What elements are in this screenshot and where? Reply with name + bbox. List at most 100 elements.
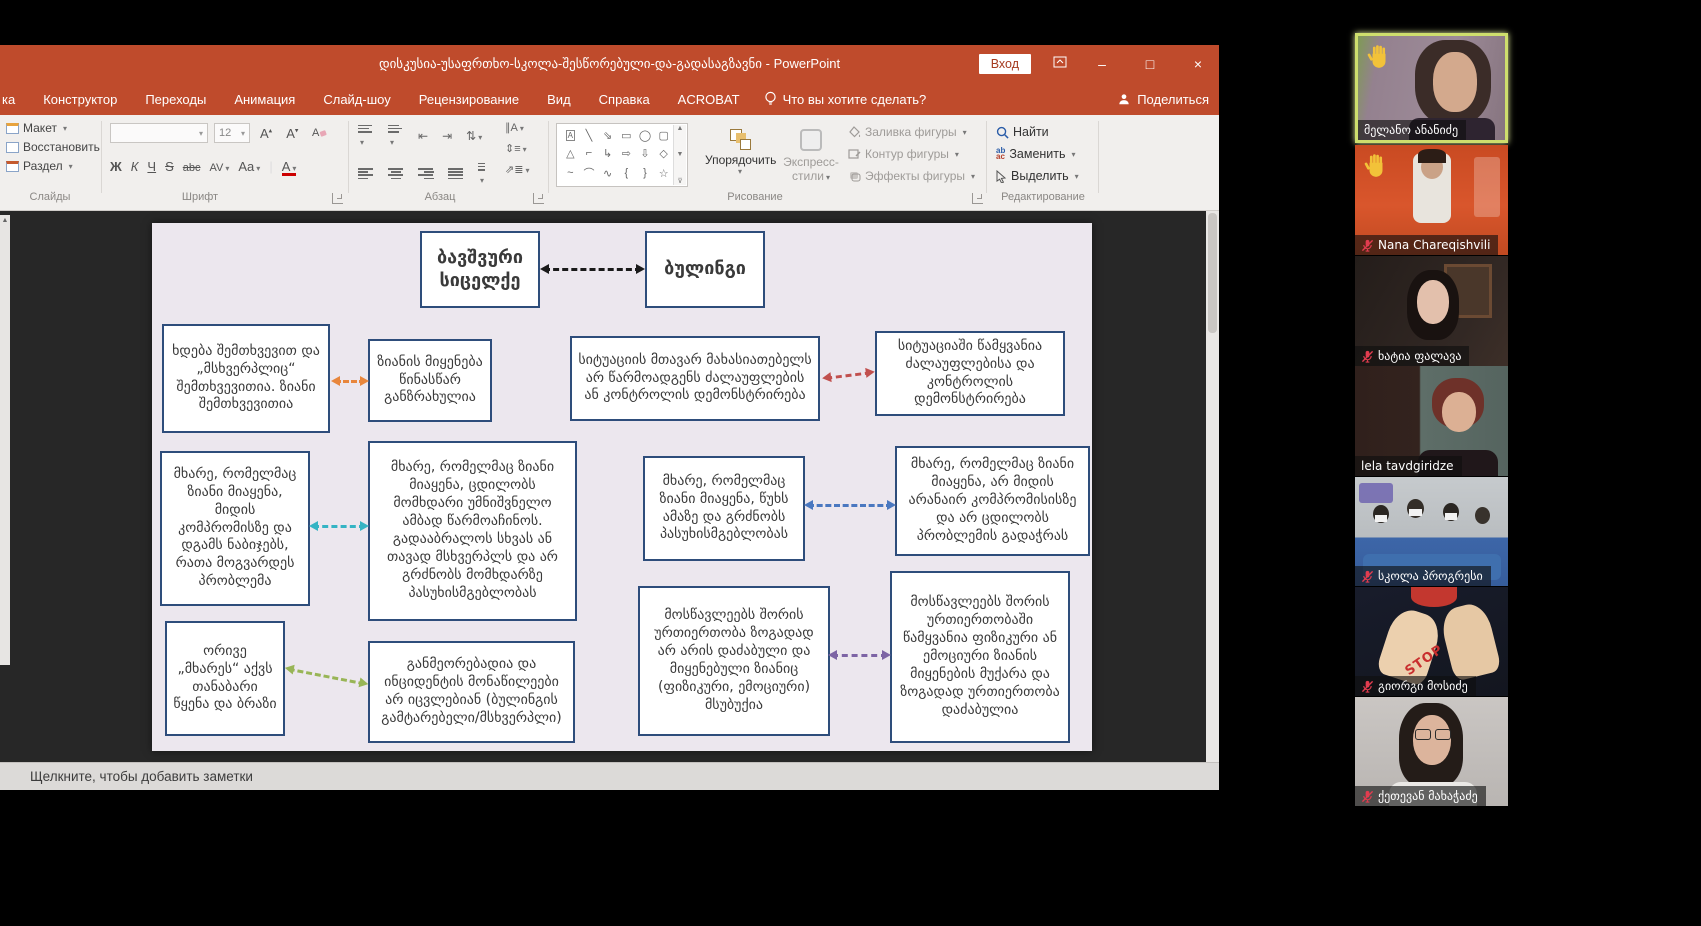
justify-button[interactable] [448,166,464,180]
shape-elbow-connector-icon[interactable]: ⌐ [586,147,592,159]
participant-tile[interactable]: მელანო ანანიძე [1355,33,1508,143]
character-spacing-button[interactable]: AV [210,162,230,174]
shape-effects-button[interactable]: Эффекты фигуры [848,169,975,183]
tab-transitions[interactable]: Переходы [131,83,220,115]
scrollbar-thumb[interactable] [1208,213,1217,333]
quick-styles-button[interactable]: Экспресс- стили [778,129,844,183]
shape-oval-icon[interactable]: ◯ [639,129,651,142]
diagram-box[interactable]: სიტუაციაში წამყვანია ძალაუფლებისა და კონ… [875,331,1065,416]
diagram-header-box[interactable]: ბულინგი [645,231,765,308]
shape-rectangle-icon[interactable]: ▭ [621,129,631,142]
font-name-combo[interactable]: ▾ [110,123,208,143]
diagram-box[interactable]: მხარე, რომელმაც ზიანი მიაყენა, მიდის კომ… [160,451,310,606]
shapes-scrollbar[interactable]: ▲ ▼ ⊽ [673,125,686,185]
shrink-font-button[interactable]: A▾ [282,125,302,142]
bullets-button[interactable] [358,123,374,148]
clear-formatting-button[interactable]: A [308,124,331,143]
sign-in-button[interactable]: Вход [978,54,1031,74]
shape-textbox-icon[interactable]: A [565,129,575,141]
shape-left-brace-icon[interactable]: { [624,167,628,179]
columns-button[interactable] [478,161,494,186]
section-button[interactable]: Раздел [6,159,100,173]
participant-tile[interactable]: ქეთევან მახაჭაძე [1355,697,1508,806]
shape-rounded-rectangle-icon[interactable]: ▢ [658,129,668,142]
ribbon-display-options-icon[interactable] [1053,55,1067,73]
diagram-header-box[interactable]: ბავშვური სიცელქე [420,231,540,308]
shapes-gallery[interactable]: A ╲ ⇘ ▭ ◯ ▢ △ ⌐ ↳ ⇨ ⇩ ◇ ~ ⌒ ∿ { } ☆ ▲ ▼ ⊽ [556,123,688,187]
shape-curve-icon[interactable]: ∿ [603,167,612,180]
tab-review[interactable]: Рецензирование [405,83,533,115]
tab-insert-partial[interactable]: ка [0,83,29,115]
smartart-convert-button[interactable]: ⇗≣ [505,163,529,176]
diagram-box[interactable]: განმეორებადია და ინციდენტის მონაწილეები … [368,641,575,743]
diagram-box[interactable]: ორივე „მხარეს“ აქვს თანაბარი წყენა და ბრ… [165,621,285,736]
diagram-box[interactable]: მხარე, რომელმაც ზიანი მიაყენა, ცდილობს მ… [368,441,577,621]
diagram-box[interactable]: ხდება შემთხვევით და „მსხვერპლიც“ შემთხვე… [162,324,330,433]
shape-line-icon[interactable]: ╲ [586,129,593,142]
shape-right-brace-icon[interactable]: } [643,167,647,179]
shape-triangle-icon[interactable]: △ [566,147,574,160]
slides-panel-edge[interactable]: ▲ [0,215,10,665]
shape-star-icon[interactable]: ☆ [659,167,669,180]
decrease-indent-button[interactable]: ⇤ [418,129,428,143]
diagram-box[interactable]: მოსწავლეებს შორის ურთიერთობა ზოგადად არ … [638,586,830,736]
participant-tile[interactable]: სკოლა პროგრესი [1355,477,1508,586]
align-center-button[interactable] [388,166,404,180]
participant-tile[interactable]: lela tavdgiridze [1355,366,1508,476]
paragraph-dialog-launcher-icon[interactable] [533,193,544,204]
participant-tile[interactable]: ხატია ფალავა [1355,256,1508,366]
drawing-dialog-launcher-icon[interactable] [972,193,983,204]
diagram-box[interactable]: სიტუაციის მთავარ მახასიათებელს არ წარმოა… [570,336,820,421]
tab-design[interactable]: Конструктор [29,83,131,115]
minimize-button[interactable]: – [1089,56,1115,72]
font-color-button[interactable]: A [281,160,297,176]
line-spacing-button[interactable]: ⇅ [466,129,482,143]
strikethrough-button[interactable]: S [165,159,174,174]
replace-button[interactable]: ab ac Заменить [996,146,1079,161]
close-button[interactable]: × [1185,56,1211,72]
arrange-button[interactable]: Упорядочить ▾ [705,129,776,176]
tell-me-box[interactable]: Что вы хотите сделать? [754,91,937,107]
diagram-box[interactable]: ზიანის მიყენება წინასწარ განზრახულია [368,339,492,422]
numbering-button[interactable] [388,123,404,148]
text-direction-button[interactable]: ∥A [505,121,529,134]
share-button[interactable]: Поделиться [1117,92,1209,107]
slide-canvas[interactable]: ბავშვური სიცელქე ბულინგი ხდება შემთხვევი… [152,223,1092,751]
grow-font-button[interactable]: A▴ [256,125,276,142]
underline-button[interactable]: Ч [147,159,156,174]
diagram-box[interactable]: მხარე, რომელმაც ზიანი მიაყენა, წუხს ამაზ… [643,456,805,561]
shape-arc-icon[interactable]: ⌒ [583,165,594,181]
find-button[interactable]: Найти [996,125,1079,139]
shape-arrow-icon[interactable]: ⇘ [603,129,612,142]
align-right-button[interactable] [418,166,434,180]
increase-indent-button[interactable]: ⇥ [442,129,452,143]
shape-pentagon-icon[interactable]: ◇ [659,147,667,160]
shape-right-arrow-icon[interactable]: ⇨ [622,147,631,160]
bold-button[interactable]: Ж [110,159,122,174]
participant-tile[interactable]: STOP გიორგი მოსიძე [1355,587,1508,696]
shape-scribble-icon[interactable]: ~ [567,167,573,179]
tab-view[interactable]: Вид [533,83,585,115]
align-left-button[interactable] [358,166,374,180]
tab-acrobat[interactable]: ACROBAT [664,83,754,115]
shape-outline-button[interactable]: Контур фигуры [848,147,975,161]
shape-fill-button[interactable]: Заливка фигуры [848,125,975,139]
participant-tile[interactable]: Nana Chareqishvili [1355,145,1508,255]
vertical-scrollbar[interactable] [1206,211,1219,762]
align-text-button[interactable]: ⇕≡ [505,142,529,155]
font-dialog-launcher-icon[interactable] [332,193,343,204]
abc-strikethrough-button[interactable]: abc [183,162,201,174]
reset-button[interactable]: Восстановить [6,140,100,154]
change-case-button[interactable]: Aa [238,159,260,174]
diagram-box[interactable]: მხარე, რომელმაც ზიანი მიაყენა, არ მიდის … [895,446,1090,556]
notes-pane[interactable]: Щелкните, чтобы добавить заметки [0,762,1219,790]
tab-help[interactable]: Справка [585,83,664,115]
shape-elbow-arrow-icon[interactable]: ↳ [603,147,612,160]
diagram-box[interactable]: მოსწავლეებს შორის ურთიერთობაში წამყვანია… [890,571,1070,743]
font-size-combo[interactable]: 12 ▾ [214,123,250,143]
shape-down-arrow-icon[interactable]: ⇩ [640,147,649,160]
tab-animations[interactable]: Анимация [220,83,309,115]
italic-button[interactable]: К [131,159,139,174]
maximize-button[interactable]: □ [1137,56,1163,72]
layout-button[interactable]: Макет [6,121,100,135]
